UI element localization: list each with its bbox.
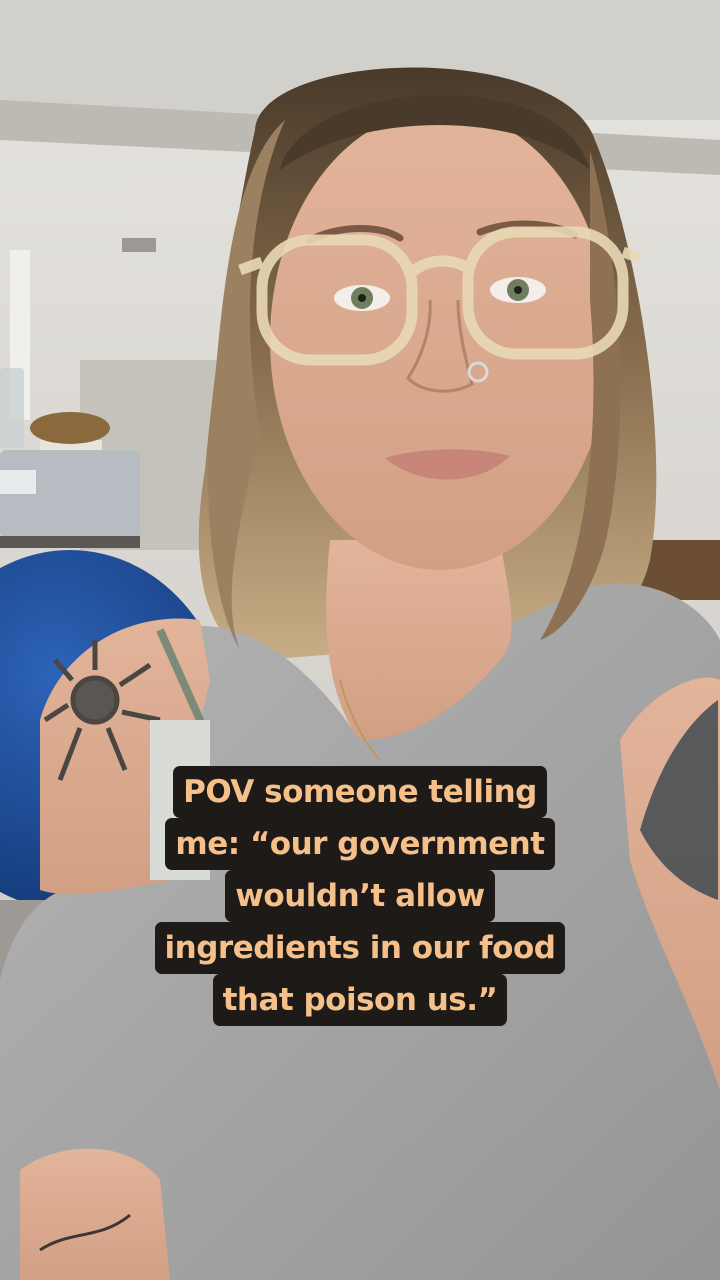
caption-overlay: POV someone telling me: “our government …: [0, 766, 720, 1026]
left-forearm: [20, 1148, 170, 1280]
caption-line-3: wouldn’t allow: [225, 870, 495, 922]
ceiling-vent-icon: [122, 238, 156, 252]
face: [270, 110, 610, 570]
caption-line-2: me: “our government: [165, 818, 555, 870]
printer-panel: [0, 470, 36, 494]
glass-jar: [0, 368, 24, 448]
caption-line-4: ingredients in our food: [154, 922, 566, 974]
selfie-scene: [0, 0, 720, 1280]
plant: [30, 412, 110, 444]
caption-line-1: POV someone telling: [173, 766, 547, 818]
video-frame: POV someone telling me: “our government …: [0, 0, 720, 1280]
desk: [0, 536, 140, 548]
caption-line-5: that poison us.”: [212, 974, 508, 1026]
